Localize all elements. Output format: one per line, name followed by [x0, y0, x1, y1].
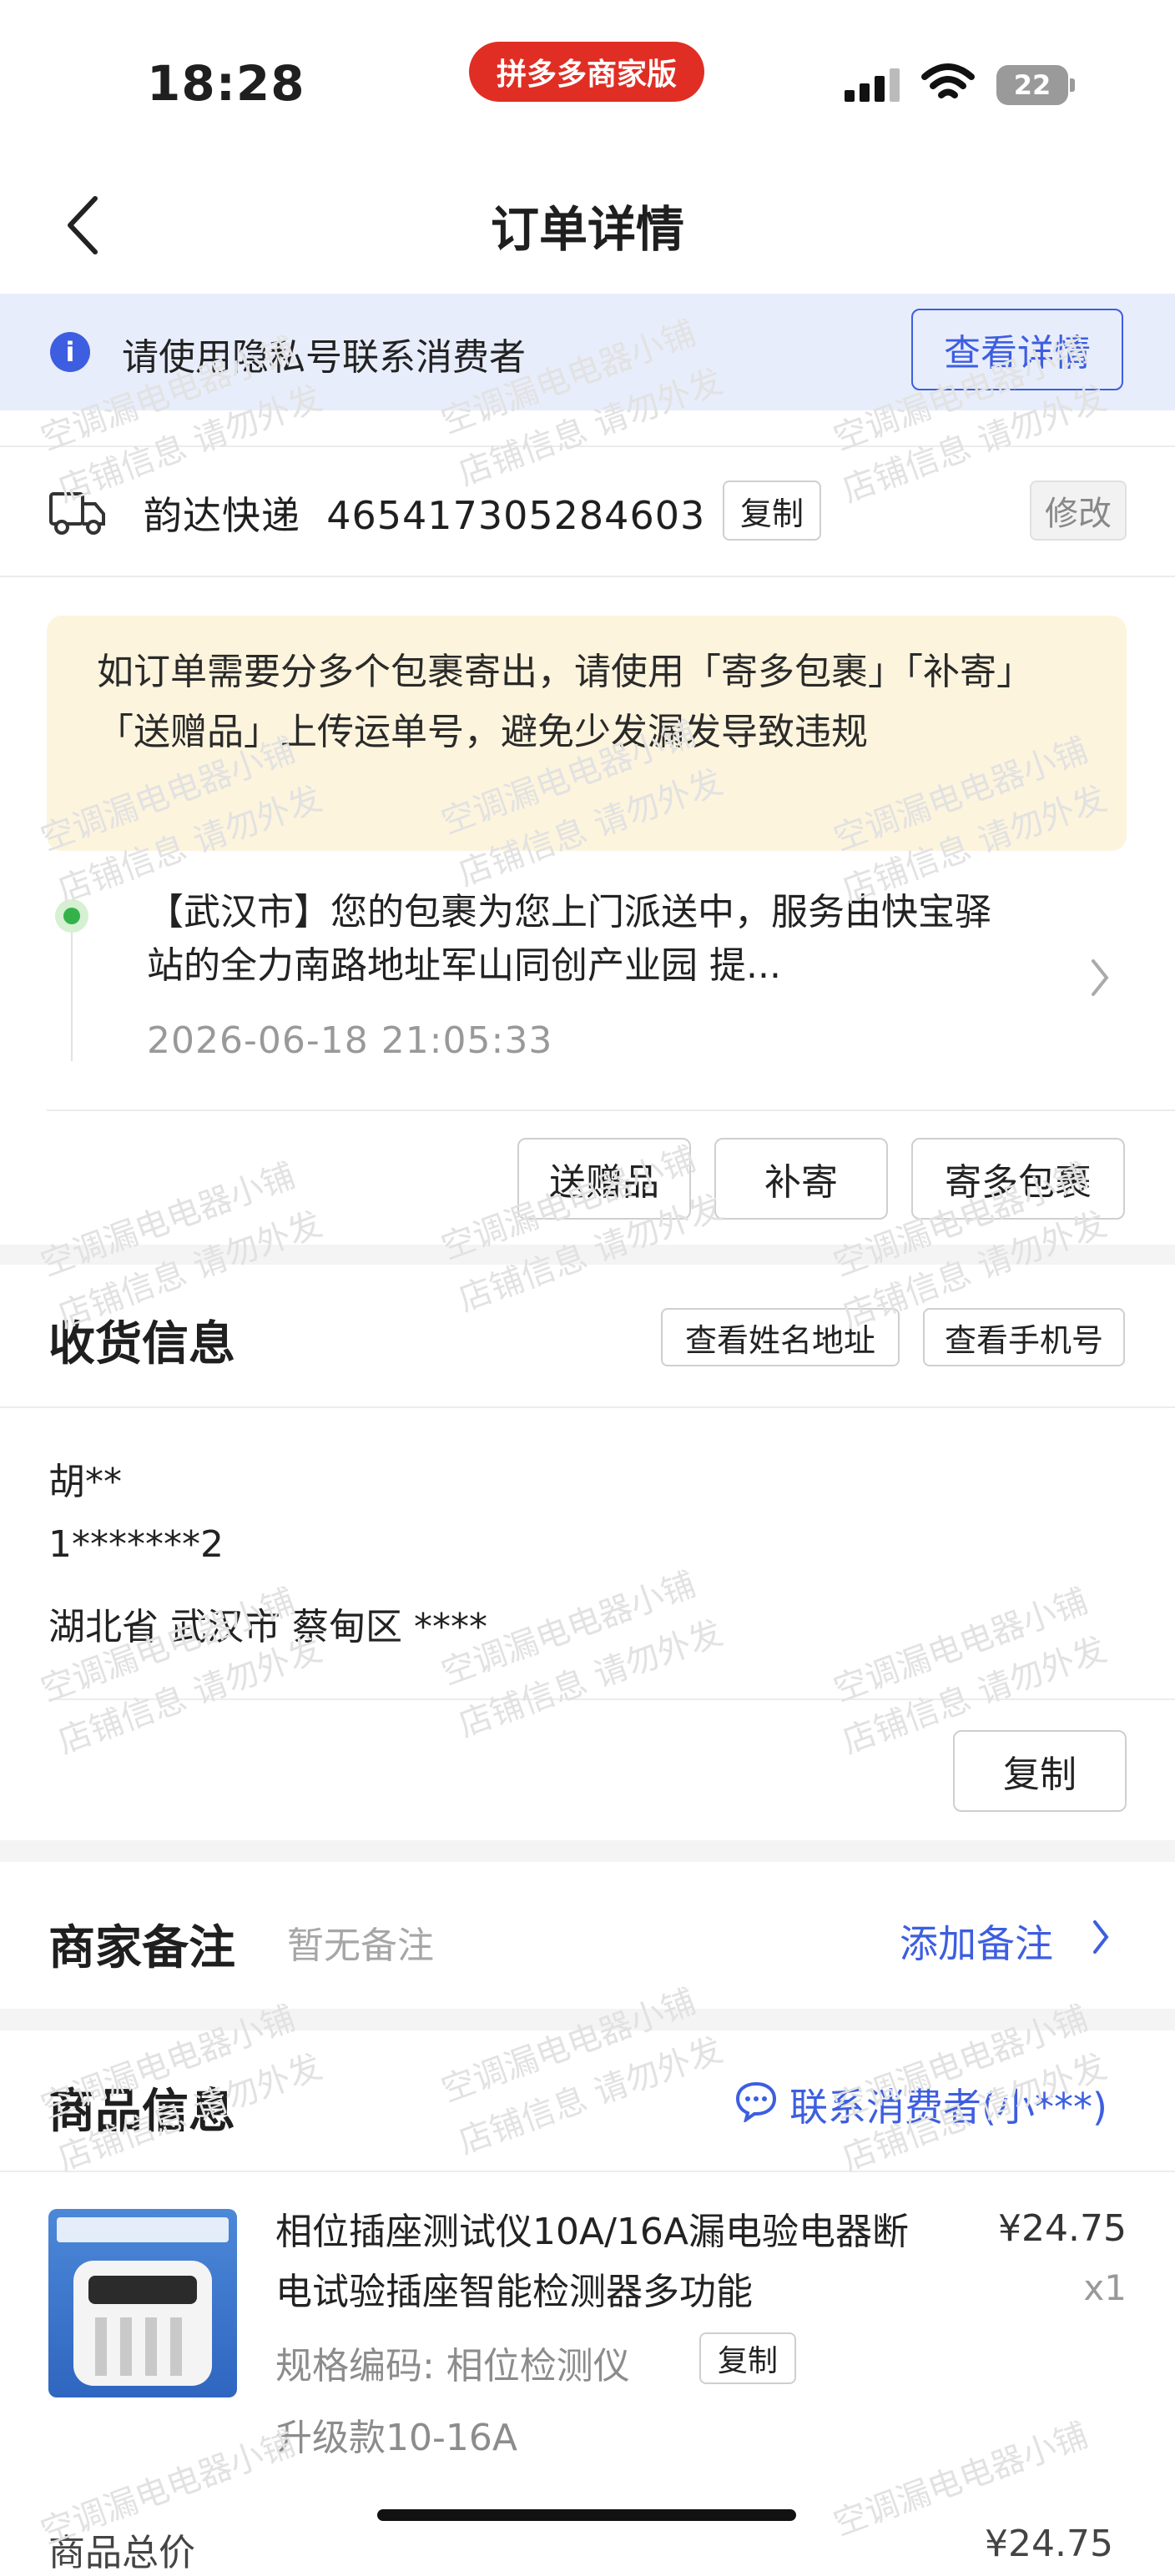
section-gap	[0, 1840, 1175, 1862]
receiver-name: 胡**	[48, 1461, 122, 1503]
tracking-timeline	[71, 933, 73, 1061]
divider	[0, 2171, 1175, 2172]
product-quantity: x1	[1083, 2267, 1127, 2308]
receiver-phone: 1*******2	[48, 1523, 224, 1566]
truck-icon	[49, 492, 105, 535]
divider	[48, 1698, 1175, 1700]
copy-address-button[interactable]: 复制	[953, 1730, 1127, 1812]
product-spec: 规格编码: 相位检测仪	[275, 2345, 630, 2387]
watermark: 空调漏电电器小铺	[36, 1156, 300, 1285]
divider	[47, 1109, 1175, 1111]
total-price-value: ¥24.75	[985, 2523, 1113, 2565]
multi-package-button[interactable]: 寄多包裹	[911, 1138, 1125, 1220]
divider	[0, 576, 1175, 577]
product-price: ¥24.75	[998, 2207, 1127, 2250]
tracking-status-text[interactable]: 【武汉市】您的包裹为您上门派送中，服务由快宝驿站的全力南路地址军山同创产业园 提…	[147, 886, 1006, 993]
product-variant: 升级款10-16A	[275, 2417, 517, 2459]
watermark: 店铺信息 请勿外发	[453, 1613, 728, 1745]
page-title: 订单详情	[490, 201, 684, 258]
signal-icon	[845, 68, 900, 102]
section-gap	[0, 2009, 1175, 2030]
watermark: 空调漏电电器小铺	[436, 1982, 701, 2111]
chevron-right-icon[interactable]	[1092, 1919, 1110, 1955]
receiver-address: 湖北省 武汉市 蔡甸区 ****	[48, 1606, 487, 1648]
contact-consumer-link[interactable]: 联系消费者(小***)	[789, 2077, 1107, 2132]
chat-bubble-icon[interactable]	[734, 2080, 778, 2122]
tracking-dot-inner	[63, 908, 80, 924]
send-gift-button[interactable]: 送赠品	[517, 1138, 691, 1220]
watermark: 店铺信息 请勿外发	[453, 2030, 728, 2162]
receiver-section-title: 收货信息	[48, 1317, 235, 1371]
chevron-right-icon[interactable]	[1090, 958, 1110, 998]
product-name[interactable]: 相位插座测试仪10A/16A漏电验电器断电试验插座智能检测器多功能	[275, 2202, 926, 2322]
merchant-note-placeholder: 暂无备注	[287, 1924, 434, 1967]
divider	[0, 1406, 1175, 1408]
info-icon: i	[50, 332, 90, 372]
status-time: 18:28	[147, 55, 305, 112]
view-name-address-button[interactable]: 查看姓名地址	[661, 1308, 900, 1366]
copy-spec-button[interactable]: 复制	[699, 2332, 796, 2384]
home-indicator[interactable]	[377, 2509, 796, 2521]
add-note-link[interactable]: 添加备注	[900, 1914, 1053, 1969]
merchant-note-title: 商家备注	[48, 1921, 235, 1975]
reship-button[interactable]: 补寄	[714, 1138, 888, 1220]
divider	[0, 445, 1175, 447]
view-details-button[interactable]: 查看详情	[911, 309, 1123, 390]
split-package-notice-text: 如订单需要分多个包裹寄出，请使用「寄多包裹」「补寄」「送赠品」上传运单号，避免少…	[97, 651, 1033, 753]
product-thumbnail[interactable]	[48, 2209, 237, 2397]
total-price-label: 商品总价	[48, 2532, 195, 2574]
edit-tracking-button[interactable]: 修改	[1030, 480, 1127, 541]
courier-tracking-number: 韵达快递 465417305284603	[144, 493, 706, 538]
tracking-time: 2026-06-18 21:05:33	[147, 1019, 553, 1062]
wifi-icon	[921, 63, 975, 98]
privacy-banner-text: 请使用隐私号联系消费者	[122, 336, 526, 379]
watermark: 空调漏电电器小铺	[829, 1582, 1093, 1710]
battery-nub	[1070, 78, 1075, 92]
view-phone-button[interactable]: 查看手机号	[923, 1308, 1125, 1366]
app-badge: 拼多多商家版	[469, 42, 704, 102]
battery-icon: 22	[996, 65, 1068, 105]
product-section-title: 商品信息	[48, 2085, 235, 2139]
copy-tracking-button[interactable]: 复制	[723, 480, 821, 541]
section-gap	[0, 1245, 1175, 1265]
